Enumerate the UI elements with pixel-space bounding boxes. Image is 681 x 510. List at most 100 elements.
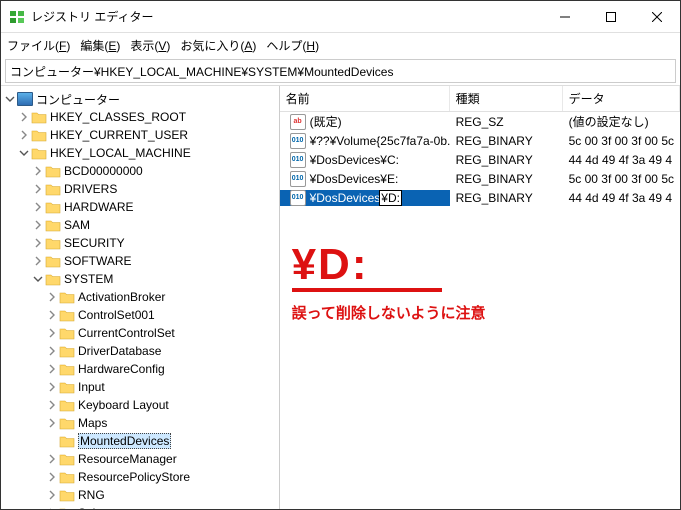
tree-label: DriverDatabase — [78, 344, 161, 358]
value-name-cell: 010 ¥??¥Volume{25c7fa7a-0b... — [280, 133, 450, 149]
rename-edit[interactable]: ¥D: — [380, 191, 401, 205]
list-body[interactable]: ab (既定) REG_SZ (値の設定なし) 010 ¥??¥Volume{2… — [280, 112, 680, 509]
tree-label: BCD00000000 — [64, 164, 143, 178]
chevron-down-icon[interactable] — [17, 146, 31, 160]
tree-label: コンピューター — [36, 91, 120, 108]
chevron-down-icon[interactable] — [31, 272, 45, 286]
menu-favorites[interactable]: お気に入り(A) — [180, 37, 256, 54]
folder-icon — [59, 506, 75, 509]
folder-icon — [45, 272, 61, 286]
maximize-button[interactable] — [588, 1, 634, 32]
menu-view[interactable]: 表示(V) — [130, 37, 170, 54]
folder-icon — [45, 164, 61, 178]
chevron-right-icon[interactable] — [31, 200, 45, 214]
binary-value-icon: 010 — [290, 190, 306, 206]
chevron-right-icon[interactable] — [31, 182, 45, 196]
tree-item[interactable]: Input — [3, 378, 277, 396]
chevron-right-icon[interactable] — [45, 506, 59, 509]
folder-icon — [59, 434, 75, 448]
tree-label: HardwareConfig — [78, 362, 165, 376]
chevron-down-icon[interactable] — [3, 92, 17, 106]
tree-item[interactable]: SAM — [3, 216, 277, 234]
tree-item[interactable]: ResourceManager — [3, 450, 277, 468]
value-row[interactable]: 010 ¥DosDevices¥D: REG_BINARY 44 4d 49 4… — [280, 188, 680, 207]
tree-item[interactable]: BCD00000000 — [3, 162, 277, 180]
tree-item[interactable]: RNG — [3, 486, 277, 504]
tree-pane[interactable]: コンピューターHKEY_CLASSES_ROOTHKEY_CURRENT_USE… — [1, 86, 280, 509]
value-row[interactable]: 010 ¥DosDevices¥C: REG_BINARY 44 4d 49 4… — [280, 150, 680, 169]
annotation-underline — [292, 288, 442, 292]
chevron-right-icon[interactable] — [31, 236, 45, 250]
folder-icon — [59, 416, 75, 430]
tree-label: SYSTEM — [64, 272, 113, 286]
chevron-right-icon[interactable] — [17, 128, 31, 142]
value-type-cell: REG_BINARY — [450, 134, 563, 148]
tree-item[interactable]: CurrentControlSet — [3, 324, 277, 342]
value-row[interactable]: 010 ¥DosDevices¥E: REG_BINARY 5c 00 3f 0… — [280, 169, 680, 188]
value-name-cell: 010 ¥DosDevices¥E: — [280, 171, 450, 187]
col-data[interactable]: データ — [563, 86, 680, 111]
folder-icon — [59, 326, 75, 340]
menu-help[interactable]: ヘルプ(H) — [266, 37, 319, 54]
chevron-right-icon[interactable] — [45, 308, 59, 322]
chevron-right-icon[interactable] — [31, 218, 45, 232]
value-name-cell: ab (既定) — [280, 113, 450, 130]
tree-item[interactable]: SOFTWARE — [3, 252, 277, 270]
chevron-right-icon[interactable] — [45, 488, 59, 502]
tree-item[interactable]: Keyboard Layout — [3, 396, 277, 414]
folder-icon — [59, 488, 75, 502]
tree-item[interactable]: ResourcePolicyStore — [3, 468, 277, 486]
tree-item[interactable]: Select — [3, 504, 277, 509]
tree-item[interactable]: HKEY_CLASSES_ROOT — [3, 108, 277, 126]
tree-item[interactable]: ControlSet001 — [3, 306, 277, 324]
minimize-button[interactable] — [542, 1, 588, 32]
list-pane: 名前 種類 データ ab (既定) REG_SZ (値の設定なし) 010 ¥?… — [280, 86, 680, 509]
tree-root[interactable]: コンピューター — [3, 90, 277, 108]
chevron-right-icon[interactable] — [45, 470, 59, 484]
chevron-right-icon[interactable] — [45, 362, 59, 376]
tree-item[interactable]: HARDWARE — [3, 198, 277, 216]
spacer — [45, 434, 59, 448]
address-text: コンピューター¥HKEY_LOCAL_MACHINE¥SYSTEM¥Mounte… — [10, 63, 393, 80]
tree-label: ResourcePolicyStore — [78, 470, 190, 484]
menubar: ファイル(F) 編集(E) 表示(V) お気に入り(A) ヘルプ(H) — [1, 33, 680, 57]
tree-item[interactable]: HardwareConfig — [3, 360, 277, 378]
tree-item[interactable]: HKEY_LOCAL_MACHINE — [3, 144, 277, 162]
chevron-right-icon[interactable] — [45, 398, 59, 412]
annotation-overlay: ¥D: 誤って削除しないように注意 — [292, 240, 486, 323]
binary-value-icon: 010 — [290, 171, 306, 187]
value-row[interactable]: ab (既定) REG_SZ (値の設定なし) — [280, 112, 680, 131]
binary-value-icon: 010 — [290, 152, 306, 168]
tree-item-selected[interactable]: MountedDevices — [3, 432, 277, 450]
tree-item[interactable]: ActivationBroker — [3, 288, 277, 306]
tree-label: Select — [78, 506, 111, 509]
chevron-right-icon[interactable] — [45, 416, 59, 430]
chevron-right-icon[interactable] — [17, 110, 31, 124]
col-name[interactable]: 名前 — [280, 86, 450, 111]
chevron-right-icon[interactable] — [45, 326, 59, 340]
menu-edit[interactable]: 編集(E) — [80, 37, 120, 54]
tree-item[interactable]: SYSTEM — [3, 270, 277, 288]
value-data-cell: 44 4d 49 4f 3a 49 4 — [563, 191, 680, 205]
chevron-right-icon[interactable] — [31, 164, 45, 178]
chevron-right-icon[interactable] — [45, 452, 59, 466]
value-data-cell: 5c 00 3f 00 3f 00 5c — [563, 134, 680, 148]
col-type[interactable]: 種類 — [450, 86, 563, 111]
tree-item[interactable]: DRIVERS — [3, 180, 277, 198]
chevron-right-icon[interactable] — [45, 380, 59, 394]
tree-item[interactable]: Maps — [3, 414, 277, 432]
tree-label: SAM — [64, 218, 90, 232]
tree-label: ResourceManager — [78, 452, 177, 466]
tree-item[interactable]: DriverDatabase — [3, 342, 277, 360]
close-button[interactable] — [634, 1, 680, 32]
chevron-right-icon[interactable] — [31, 254, 45, 268]
chevron-right-icon[interactable] — [45, 290, 59, 304]
value-row[interactable]: 010 ¥??¥Volume{25c7fa7a-0b... REG_BINARY… — [280, 131, 680, 150]
address-bar[interactable]: コンピューター¥HKEY_LOCAL_MACHINE¥SYSTEM¥Mounte… — [5, 59, 676, 83]
chevron-right-icon[interactable] — [45, 344, 59, 358]
tree-item[interactable]: SECURITY — [3, 234, 277, 252]
menu-file[interactable]: ファイル(F) — [7, 37, 70, 54]
value-data-cell: 44 4d 49 4f 3a 49 4 — [563, 153, 680, 167]
tree-item[interactable]: HKEY_CURRENT_USER — [3, 126, 277, 144]
tree-label: ActivationBroker — [78, 290, 165, 304]
